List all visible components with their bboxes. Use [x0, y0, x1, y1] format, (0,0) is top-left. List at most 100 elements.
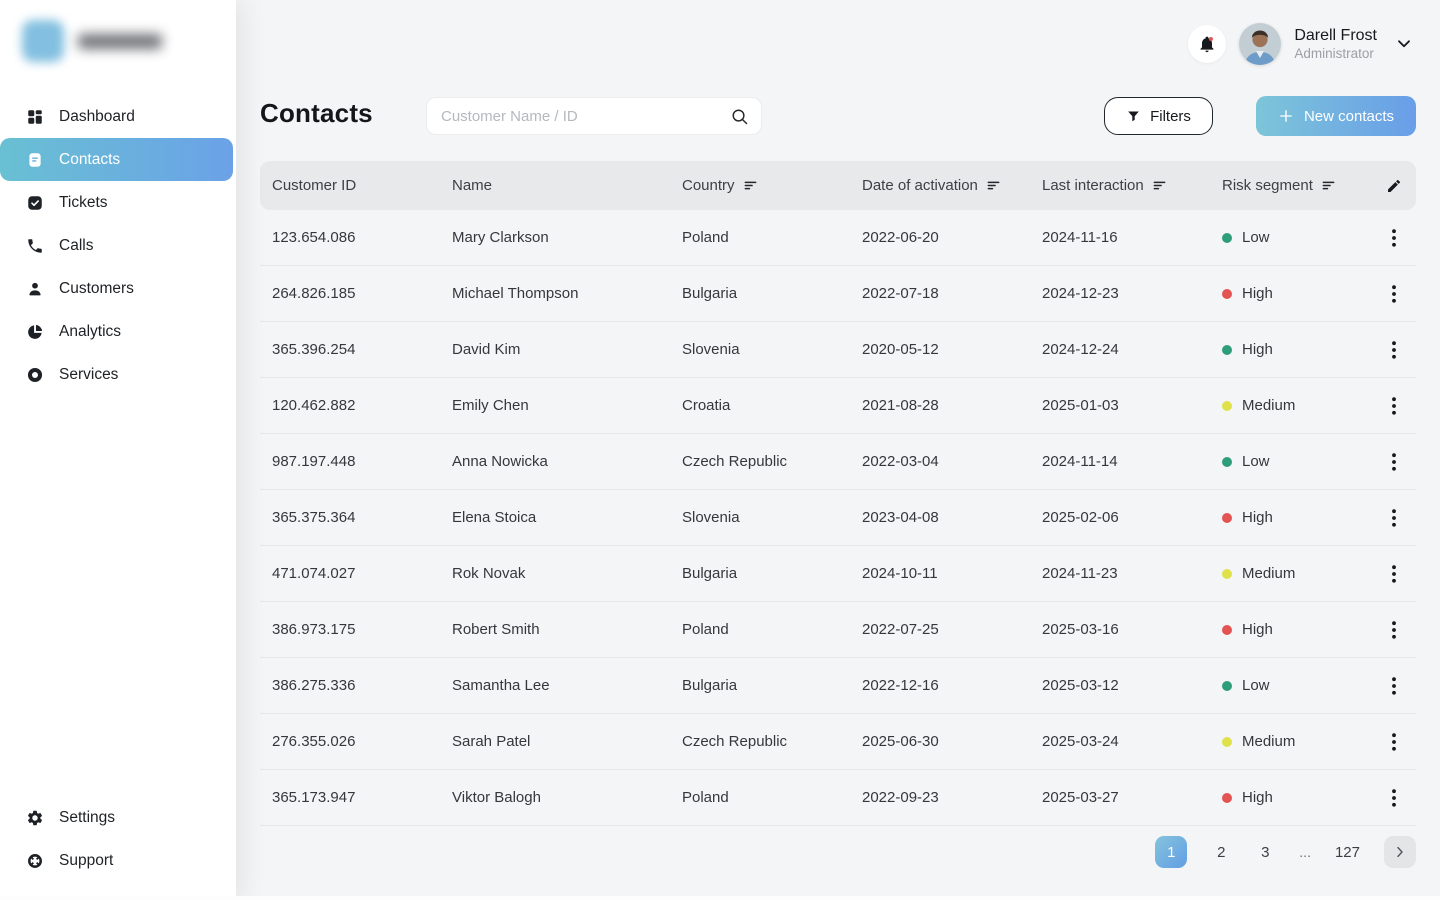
logo-icon: [22, 20, 64, 62]
cell-country: Poland: [682, 621, 862, 638]
cell-country: Poland: [682, 229, 862, 246]
row-menu-button[interactable]: [1384, 335, 1404, 365]
cell-activation-date: 2022-03-04: [862, 453, 1042, 470]
risk-dot: [1222, 737, 1232, 747]
cell-risk-segment: Low: [1222, 677, 1372, 694]
edit-column-button[interactable]: [1372, 178, 1416, 194]
cell-last-interaction: 2024-11-23: [1042, 565, 1222, 582]
risk-dot: [1222, 681, 1232, 691]
cell-actions: [1372, 223, 1416, 253]
cell-country: Croatia: [682, 397, 862, 414]
sort-icon[interactable]: [743, 178, 758, 193]
user-role: Administrator: [1294, 46, 1377, 63]
sort-icon[interactable]: [986, 178, 1001, 193]
kebab-icon: [1392, 733, 1396, 751]
row-menu-button[interactable]: [1384, 671, 1404, 701]
cell-actions: [1372, 335, 1416, 365]
avatar[interactable]: [1239, 23, 1281, 65]
kebab-icon: [1392, 341, 1396, 359]
row-menu-button[interactable]: [1384, 391, 1404, 421]
row-menu-button[interactable]: [1384, 503, 1404, 533]
filters-label: Filters: [1150, 108, 1191, 125]
cell-risk-segment: Medium: [1222, 733, 1372, 750]
sidebar-item-calls[interactable]: Calls: [0, 224, 236, 267]
sidebar-item-contacts[interactable]: Contacts: [0, 138, 233, 181]
table-row: 365.173.947Viktor BaloghPoland2022-09-23…: [260, 770, 1416, 826]
row-menu-button[interactable]: [1384, 559, 1404, 589]
risk-label: Low: [1242, 453, 1270, 470]
risk-dot: [1222, 345, 1232, 355]
cell-activation-date: 2020-05-12: [862, 341, 1042, 358]
user-box: Darell Frost Administrator: [1188, 23, 1418, 65]
contacts-table: Customer IDName Country Date of activation…: [260, 161, 1416, 826]
pagination-next-button[interactable]: [1384, 836, 1416, 868]
cell-last-interaction: 2024-11-16: [1042, 229, 1222, 246]
sidebar-item-customers[interactable]: Customers: [0, 267, 236, 310]
user-menu-button[interactable]: [1390, 30, 1418, 58]
column-header-date-of-activation[interactable]: Date of activation: [862, 177, 1042, 194]
sort-icon[interactable]: [1321, 178, 1336, 193]
cell-risk-segment: High: [1222, 621, 1372, 638]
search-input[interactable]: [427, 108, 730, 125]
bottom-strip: [0, 896, 1440, 900]
column-header-last-interaction[interactable]: Last interaction: [1042, 177, 1222, 194]
sidebar-item-tickets[interactable]: Tickets: [0, 181, 236, 224]
table-row: 276.355.026Sarah PatelCzech Republic2025…: [260, 714, 1416, 770]
filters-button[interactable]: Filters: [1104, 97, 1213, 135]
sidebar-item-support[interactable]: Support: [0, 839, 236, 882]
customers-icon: [26, 280, 44, 298]
cell-risk-segment: Low: [1222, 453, 1372, 470]
cell-activation-date: 2021-08-28: [862, 397, 1042, 414]
logo-text-blurred: [78, 34, 162, 49]
sidebar-item-services[interactable]: Services: [0, 353, 236, 396]
pagination-page-1[interactable]: 1: [1155, 836, 1187, 868]
cell-actions: [1372, 559, 1416, 589]
cell-activation-date: 2022-09-23: [862, 789, 1042, 806]
cell-actions: [1372, 447, 1416, 477]
row-menu-button[interactable]: [1384, 279, 1404, 309]
table-header-row: Customer IDName Country Date of activation…: [260, 161, 1416, 210]
row-menu-button[interactable]: [1384, 447, 1404, 477]
sidebar-item-analytics[interactable]: Analytics: [0, 310, 236, 353]
column-label: Country: [682, 177, 735, 194]
cell-name: Mary Clarkson: [452, 229, 682, 246]
table-row: 987.197.448Anna NowickaCzech Republic202…: [260, 434, 1416, 490]
cell-customer-id: 471.074.027: [272, 565, 452, 582]
cell-risk-segment: High: [1222, 509, 1372, 526]
kebab-icon: [1392, 285, 1396, 303]
cell-customer-id: 987.197.448: [272, 453, 452, 470]
table-row: 120.462.882Emily ChenCroatia2021-08-2820…: [260, 378, 1416, 434]
row-menu-button[interactable]: [1384, 223, 1404, 253]
column-header-risk-segment[interactable]: Risk segment: [1222, 177, 1372, 194]
column-header-customer-id: Customer ID: [272, 177, 452, 194]
user-name: Darell Frost: [1294, 26, 1377, 46]
sidebar-item-label: Services: [59, 366, 118, 384]
row-menu-button[interactable]: [1384, 727, 1404, 757]
cell-name: Viktor Balogh: [452, 789, 682, 806]
cell-name: Robert Smith: [452, 621, 682, 638]
new-contacts-button[interactable]: New contacts: [1256, 96, 1416, 136]
cell-risk-segment: Medium: [1222, 565, 1372, 582]
pagination-page-127[interactable]: 127: [1335, 844, 1360, 861]
row-menu-button[interactable]: [1384, 615, 1404, 645]
pagination-page-3[interactable]: 3: [1255, 844, 1275, 861]
cell-country: Bulgaria: [682, 677, 862, 694]
sidebar-item-label: Calls: [59, 237, 93, 255]
column-header-country[interactable]: Country: [682, 177, 862, 194]
support-icon: [26, 852, 44, 870]
sort-icon[interactable]: [1152, 178, 1167, 193]
row-menu-button[interactable]: [1384, 783, 1404, 813]
sidebar-item-settings[interactable]: Settings: [0, 796, 236, 839]
risk-dot: [1222, 401, 1232, 411]
risk-label: High: [1242, 285, 1273, 302]
column-label: Name: [452, 177, 492, 194]
cell-risk-segment: High: [1222, 341, 1372, 358]
search-box: [426, 97, 762, 135]
search-icon[interactable]: [730, 107, 749, 126]
cell-country: Czech Republic: [682, 733, 862, 750]
pagination-page-2[interactable]: 2: [1211, 844, 1231, 861]
cell-name: Anna Nowicka: [452, 453, 682, 470]
notifications-button[interactable]: [1188, 25, 1226, 63]
cell-last-interaction: 2025-03-12: [1042, 677, 1222, 694]
sidebar-item-dashboard[interactable]: Dashboard: [0, 95, 236, 138]
